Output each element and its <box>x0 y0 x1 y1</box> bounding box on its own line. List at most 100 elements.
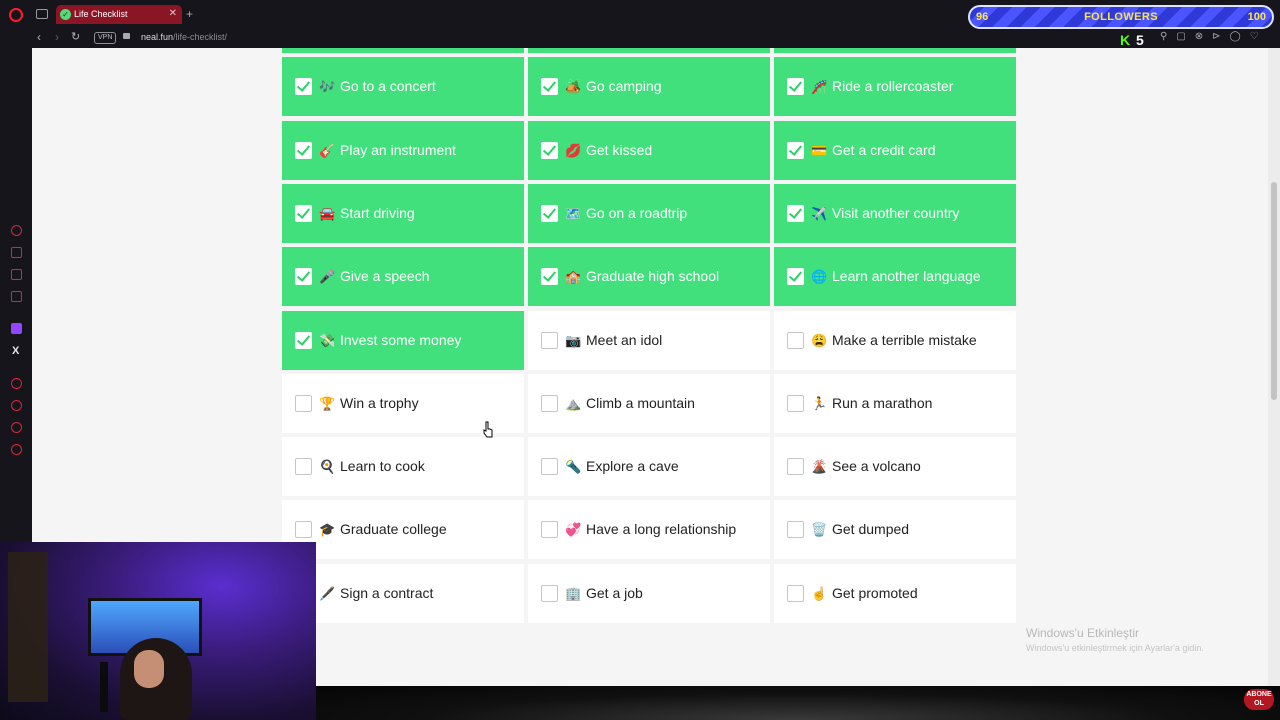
item-label: Get dumped <box>832 521 910 538</box>
checklist-item-visit-another-country[interactable]: ✈️ Visit another country <box>774 183 1016 243</box>
checked-checkbox[interactable] <box>541 141 558 159</box>
checklist-item-have-a-long-relationship[interactable]: 💞 Have a long relationship <box>528 500 770 560</box>
checklist-item-go-to-a-concert[interactable]: 🎶 Go to a concert <box>282 57 524 117</box>
checklist-item-make-a-terrible-mistake[interactable]: 😩 Make a terrible mistake <box>774 310 1016 370</box>
item-label: Sign a contract <box>340 584 434 601</box>
unchecked-checkbox[interactable] <box>541 521 558 539</box>
checklist-item-go-camping[interactable]: 🏕️ Go camping <box>528 57 770 117</box>
checklist-item-meet-an-idol[interactable]: 📷 Meet an idol <box>528 310 770 370</box>
checklist-item-get-promoted[interactable]: ☝️ Get promoted <box>774 563 1016 623</box>
checklist-item-finish-middle-school[interactable]: 🏫Finish middle school <box>774 48 1016 53</box>
checked-checkbox[interactable] <box>541 78 558 96</box>
checklist-item-get-dumped[interactable]: 🗑️ Get dumped <box>774 500 1016 560</box>
unchecked-checkbox[interactable] <box>541 394 558 412</box>
checked-checkbox[interactable] <box>787 141 804 159</box>
checked-checkbox[interactable] <box>787 204 804 222</box>
checklist-item-ride-a-rollercoaster[interactable]: 🎢 Ride a rollercoaster <box>774 57 1016 117</box>
lock-icon[interactable] <box>123 33 130 39</box>
followers-label: FOLLOWERS <box>1084 11 1158 23</box>
checklist-item-explore-a-cave[interactable]: 🔦 Explore a cave <box>528 437 770 497</box>
checked-checkbox[interactable] <box>295 141 312 159</box>
unchecked-checkbox[interactable] <box>787 331 804 349</box>
player-icon[interactable] <box>11 378 22 389</box>
checked-checkbox[interactable] <box>787 78 804 96</box>
messenger-icon[interactable] <box>11 269 22 280</box>
unchecked-checkbox[interactable] <box>541 458 558 476</box>
item-label: Give a speech <box>340 268 430 285</box>
item-emoji-icon: 🔦 <box>565 459 582 475</box>
checklist-item-get-a-credit-card[interactable]: 💳 Get a credit card <box>774 120 1016 180</box>
checklist-item-sign-a-contract[interactable]: 🖋️ Sign a contract <box>282 563 524 623</box>
checklist-item-play-an-instrument[interactable]: 🎸 Play an instrument <box>282 120 524 180</box>
checklist-item-see-snow[interactable]: ❄️See snow <box>282 48 524 53</box>
checklist-item-win-a-trophy[interactable]: 🏆 Win a trophy <box>282 373 524 433</box>
checked-checkbox[interactable] <box>295 331 312 349</box>
checklist-item-see-a-volcano[interactable]: 🌋 See a volcano <box>774 437 1016 497</box>
twitch-icon[interactable] <box>11 323 22 334</box>
checklist-item-give-a-speech[interactable]: 🎤 Give a speech <box>282 247 524 307</box>
checklist-item-learn-another-language[interactable]: 🌐 Learn another language <box>774 247 1016 307</box>
aria-icon[interactable] <box>11 225 22 236</box>
checkmark-icon <box>542 205 557 219</box>
url-field[interactable]: neal.fun/life-checklist/ <box>141 32 227 42</box>
checklist-item-graduate-high-school[interactable]: 🏫 Graduate high school <box>528 247 770 307</box>
checklist-item-make-a-snowman[interactable]: ⛄Make a snowman <box>528 48 770 53</box>
unchecked-checkbox[interactable] <box>295 458 312 476</box>
new-tab-button[interactable]: + <box>186 7 193 21</box>
webcam-microphone <box>100 662 108 712</box>
extensions-icon[interactable] <box>11 422 22 433</box>
browser-tab-active[interactable]: ✓ Life Checklist ✕ <box>56 5 182 24</box>
checkmark-icon <box>296 141 311 156</box>
address-bar-row: ‹ › ↻ VPN neal.fun/life-checklist/ <box>0 28 1280 48</box>
unchecked-checkbox[interactable] <box>787 584 804 602</box>
item-label: Get kissed <box>586 141 653 158</box>
opera-logo-icon[interactable] <box>9 8 23 22</box>
followers-goal: 100 <box>1247 11 1266 23</box>
checked-checkbox[interactable] <box>295 204 312 222</box>
checked-checkbox[interactable] <box>295 268 312 286</box>
checklist-item-learn-to-cook[interactable]: 🍳 Learn to cook <box>282 437 524 497</box>
back-icon[interactable]: ‹ <box>37 30 41 44</box>
instagram-icon[interactable] <box>11 291 22 302</box>
item-label: Get a credit card <box>832 141 936 158</box>
close-tab-icon[interactable]: ✕ <box>169 8 177 19</box>
item-emoji-icon: 💋 <box>565 142 582 158</box>
unchecked-checkbox[interactable] <box>295 394 312 412</box>
x-twitter-icon[interactable]: X <box>12 345 19 357</box>
unchecked-checkbox[interactable] <box>541 331 558 349</box>
checkmark-icon <box>296 78 311 93</box>
vpn-badge[interactable]: VPN <box>94 32 117 44</box>
unchecked-checkbox[interactable] <box>787 521 804 539</box>
page-scrollbar[interactable] <box>1268 48 1280 686</box>
history-icon[interactable] <box>11 400 22 411</box>
checked-checkbox[interactable] <box>295 78 312 96</box>
unchecked-checkbox[interactable] <box>541 584 558 602</box>
windows-activation-watermark: Windows'u Etkinleştir Windows'u etkinleş… <box>1026 626 1268 653</box>
forward-icon[interactable]: › <box>55 30 59 44</box>
checklist-item-invest-some-money[interactable]: 💸 Invest some money <box>282 310 524 370</box>
checklist-item-go-on-a-roadtrip[interactable]: 🗺️ Go on a roadtrip <box>528 183 770 243</box>
reload-icon[interactable]: ↻ <box>71 30 80 43</box>
checklist-item-get-a-job[interactable]: 🏢 Get a job <box>528 563 770 623</box>
checklist-item-start-driving[interactable]: 🚘 Start driving <box>282 183 524 243</box>
checked-checkbox[interactable] <box>541 268 558 286</box>
checked-checkbox[interactable] <box>787 268 804 286</box>
checked-checkbox[interactable] <box>541 204 558 222</box>
checklist-item-run-a-marathon[interactable]: 🏃 Run a marathon <box>774 373 1016 433</box>
scrollbar-thumb[interactable] <box>1271 182 1277 400</box>
unchecked-checkbox[interactable] <box>295 521 312 539</box>
shopping-icon[interactable] <box>11 247 22 258</box>
subscribe-line-1: ABONE <box>1246 691 1272 698</box>
item-emoji-icon: 😩 <box>811 332 828 348</box>
extension-icons[interactable]: ⚲▢⊗⊳◯♡ <box>1160 31 1268 42</box>
checklist-item-graduate-college[interactable]: 🎓 Graduate college <box>282 500 524 560</box>
tab-manager-icon[interactable] <box>36 9 48 19</box>
item-label: Explore a cave <box>586 458 679 475</box>
checklist-item-climb-a-mountain[interactable]: ⛰️ Climb a mountain <box>528 373 770 433</box>
unchecked-checkbox[interactable] <box>787 394 804 412</box>
item-emoji-icon: 🌐 <box>811 269 828 285</box>
checklist-item-get-kissed[interactable]: 💋 Get kissed <box>528 120 770 180</box>
unchecked-checkbox[interactable] <box>787 458 804 476</box>
settings-gear-icon[interactable] <box>11 444 22 455</box>
item-label: See a volcano <box>832 458 921 475</box>
